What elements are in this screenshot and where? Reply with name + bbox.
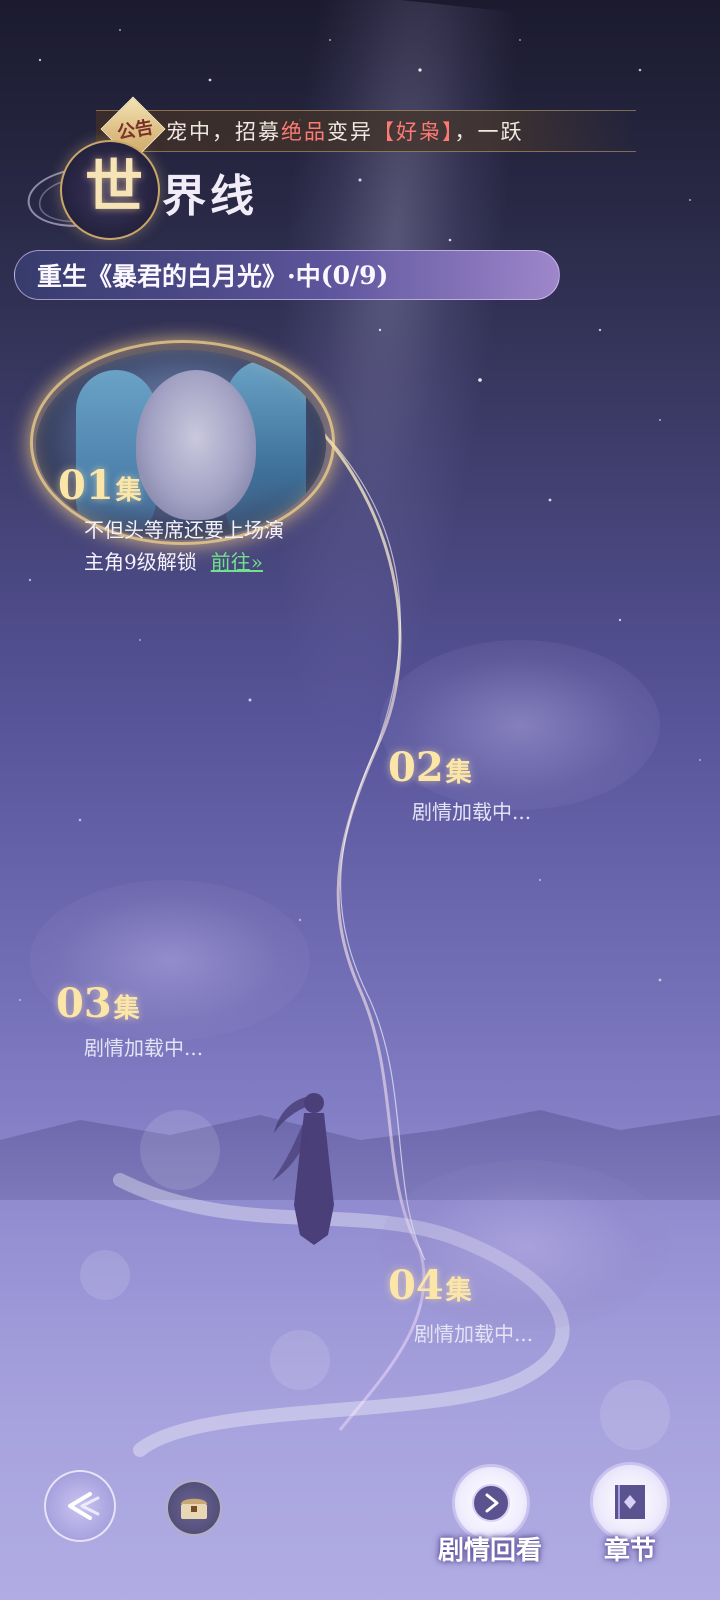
episode-1-goto-link[interactable]: 前往» — [211, 550, 263, 574]
book-icon — [615, 1485, 645, 1519]
page-title: 界线 — [162, 171, 258, 222]
episode-3-status: 剧情加载中... — [84, 1036, 204, 1060]
announcement-text: 宠中，招募绝品变异【好枭】，一跃 — [166, 116, 524, 146]
chapters-label[interactable]: 章节 — [570, 1530, 690, 1567]
bokeh-light — [600, 1380, 670, 1450]
chapter-progress-bar[interactable]: 重生《暴君的白月光》 ·中 (0/9) — [14, 250, 560, 300]
chapter-status: ·中 — [287, 262, 321, 291]
girl-silhouette — [272, 1093, 334, 1245]
episode-unit: 集 — [115, 476, 142, 506]
episode-1-portrait[interactable] — [36, 350, 326, 540]
announcement-text-part: ，一跃 — [454, 120, 524, 144]
episode-1-number: 01集 — [58, 462, 142, 509]
episode-2-number: 02集 — [388, 744, 472, 791]
episode-2-status: 剧情加载中... — [412, 800, 532, 824]
bokeh-light — [80, 1250, 130, 1300]
episode-unit: 集 — [445, 758, 472, 788]
page-title-first-char: 世 — [84, 153, 143, 221]
announcement-highlight: 【好枭】 — [373, 120, 455, 144]
episode-3-number: 03集 — [56, 980, 140, 1027]
episode-1-unlock: 主角9级解锁 前往» — [84, 546, 263, 575]
announcement-highlight: 绝品 — [281, 120, 327, 144]
chapter-progress: (0/9) — [320, 260, 389, 290]
back-button[interactable] — [44, 1470, 116, 1542]
story-replay-label[interactable]: 剧情回看 — [425, 1530, 555, 1567]
replay-arrow-icon — [472, 1484, 510, 1522]
announcement-bar[interactable]: 宠中，招募绝品变异【好枭】，一跃 — [96, 110, 636, 152]
back-arrow-icon — [68, 1492, 100, 1520]
episode-unit: 集 — [445, 1276, 472, 1306]
chapter-name: 重生《暴君的白月光》 — [37, 262, 288, 291]
treasure-chest-icon — [181, 1498, 207, 1519]
episode-number-digits: 04 — [388, 1262, 444, 1309]
bokeh-light — [140, 1110, 220, 1190]
announcement-text-part: 变异 — [327, 120, 373, 144]
announcement-text-part: 宠中，招募 — [166, 120, 281, 144]
starfield — [19, 29, 701, 1001]
episode-unit: 集 — [113, 994, 140, 1024]
bokeh-light — [270, 1330, 330, 1390]
episode-number-digits: 03 — [56, 980, 112, 1027]
mountain-silhouette — [0, 1110, 720, 1200]
story-path-light — [113, 429, 570, 1457]
episode-4-number: 04集 — [388, 1262, 472, 1309]
episode-number-digits: 01 — [58, 462, 114, 509]
episode-1-unlock-text: 主角9级解锁 — [84, 550, 197, 574]
episode-4-status: 剧情加载中... — [414, 1322, 534, 1346]
episode-number-digits: 02 — [388, 744, 444, 791]
episode-1-subtitle: 不但头等席还要上场演 — [84, 518, 284, 542]
portrait-face — [136, 370, 256, 520]
treasure-chest-button[interactable] — [166, 1480, 222, 1536]
